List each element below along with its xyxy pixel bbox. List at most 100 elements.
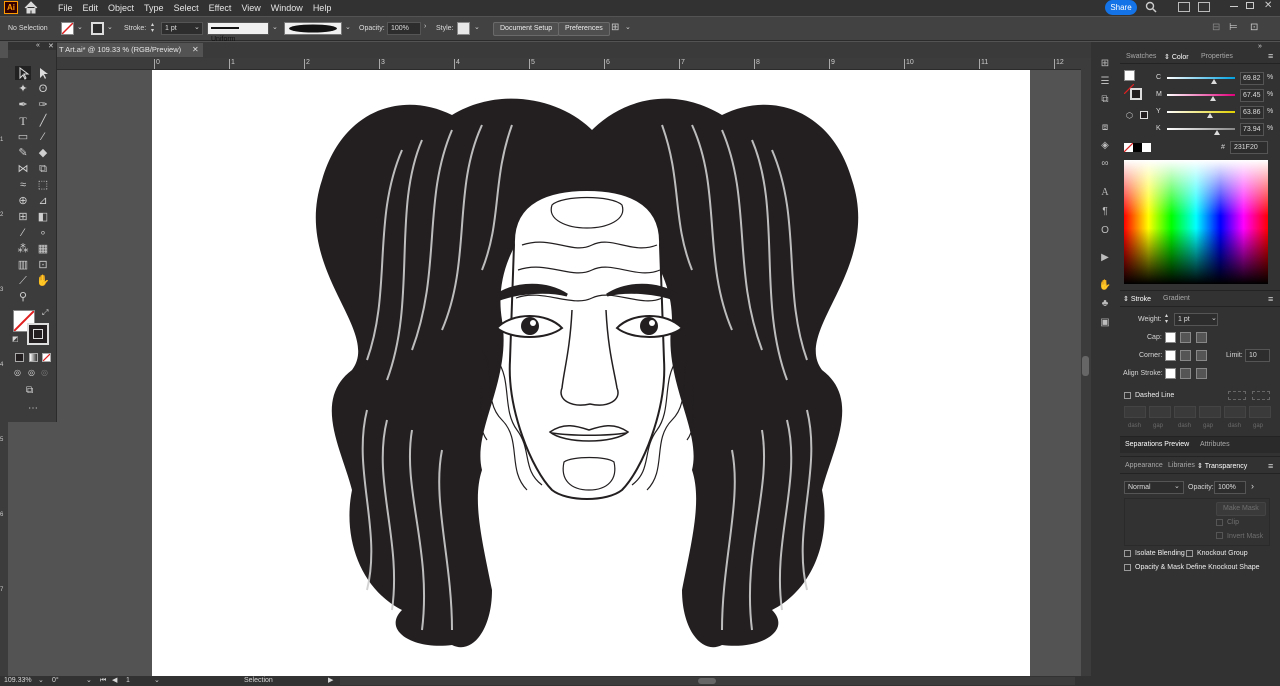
chevron-down-icon[interactable]: ⌄ — [1174, 482, 1180, 490]
transform-panel-icon[interactable]: ⧈ — [1098, 122, 1112, 134]
graph-tool-icon[interactable]: ▦ — [35, 242, 51, 256]
dash-gap-input[interactable] — [1124, 406, 1146, 418]
stroke-color-icon[interactable] — [27, 323, 49, 345]
slider-thumb[interactable] — [1214, 130, 1221, 135]
eyedropper-tool-icon[interactable]: ⁄ — [15, 226, 31, 240]
home-icon[interactable] — [24, 1, 38, 14]
none-mode-icon[interactable] — [42, 353, 51, 362]
preferences-button[interactable]: Preferences — [558, 22, 610, 36]
invert-mask-checkbox[interactable] — [1216, 532, 1223, 539]
dash-preserve-icon[interactable] — [1228, 391, 1246, 400]
paragraph-panel-icon[interactable]: ¶ — [1098, 206, 1112, 218]
artboards-panel-icon[interactable]: ⊞ — [1098, 58, 1112, 70]
menu-select[interactable]: Select — [174, 3, 199, 13]
chevron-down-icon[interactable]: ⌄ — [345, 23, 351, 31]
align-outside-icon[interactable] — [1196, 368, 1207, 379]
none-swatch[interactable] — [1123, 142, 1134, 153]
scroll-thumb[interactable] — [698, 678, 716, 684]
symbol-sprayer-tool-icon[interactable]: ⁂ — [15, 242, 31, 256]
opacity-mask-knockout-checkbox[interactable] — [1124, 564, 1131, 571]
slider-thumb[interactable] — [1207, 113, 1214, 118]
menu-type[interactable]: Type — [144, 3, 164, 13]
mesh-tool-icon[interactable]: ⊞ — [15, 210, 31, 224]
align-inside-icon[interactable] — [1180, 368, 1191, 379]
dash-align-icon[interactable] — [1252, 391, 1270, 400]
libraries-panel-icon[interactable]: ⧉ — [1098, 94, 1112, 106]
tab-properties[interactable]: Properties — [1201, 53, 1233, 60]
collapse-icon[interactable]: « — [36, 42, 40, 49]
links-panel-icon[interactable]: ∞ — [1098, 158, 1112, 170]
miter-join-icon[interactable] — [1165, 350, 1176, 361]
dashed-line-checkbox[interactable] — [1124, 392, 1131, 399]
channel-slider[interactable] — [1167, 94, 1235, 101]
line-tool-icon[interactable]: ╱ — [35, 114, 51, 128]
menu-view[interactable]: View — [241, 3, 260, 13]
chevron-down-icon[interactable]: ⌄ — [625, 23, 631, 31]
zoom-tool-icon[interactable]: ⚲ — [15, 290, 31, 304]
more-tools-icon[interactable]: ⋯ — [28, 403, 38, 414]
zoom-level[interactable]: 109.33% — [4, 676, 32, 686]
slider-thumb[interactable] — [1209, 96, 1216, 101]
tab-color[interactable]: ⇕ Color — [1164, 53, 1189, 61]
chevron-down-icon[interactable]: ⌄ — [194, 23, 200, 31]
channel-value-input[interactable]: 63.86 — [1240, 106, 1264, 119]
distribute-icon[interactable]: ⊨ — [1229, 22, 1238, 33]
isolate-blending-checkbox[interactable] — [1124, 550, 1131, 557]
more-options-icon[interactable]: ⊡ — [1250, 22, 1258, 33]
shape-builder-tool-icon[interactable]: ⊕ — [15, 194, 31, 208]
rotation-value[interactable]: 0° — [52, 676, 59, 686]
pen-tool-icon[interactable]: ✒ — [15, 98, 31, 112]
menu-edit[interactable]: Edit — [83, 3, 99, 13]
dash-gap-input[interactable] — [1149, 406, 1171, 418]
chevron-down-icon[interactable]: ⌄ — [154, 676, 160, 686]
scroll-thumb[interactable] — [1082, 356, 1089, 376]
tab-stroke[interactable]: ⇕ Stroke — [1123, 295, 1151, 303]
pencil-tool-icon[interactable]: ✎ — [15, 146, 31, 160]
brushes-panel-icon[interactable]: ✋ — [1098, 280, 1112, 292]
graphic-style-swatch[interactable] — [457, 22, 470, 35]
draw-behind-icon[interactable]: ◎ — [28, 368, 35, 377]
slider-thumb[interactable] — [1211, 79, 1218, 84]
vertical-scrollbar[interactable] — [1081, 58, 1091, 676]
search-icon[interactable] — [1145, 1, 1157, 13]
align-center-icon[interactable] — [1165, 368, 1176, 379]
channel-slider[interactable] — [1167, 77, 1235, 84]
channel-slider[interactable] — [1167, 128, 1235, 135]
selection-tool-icon[interactable] — [15, 66, 31, 80]
hand-tool-icon[interactable]: ✋ — [35, 274, 51, 288]
menu-window[interactable]: Window — [271, 3, 303, 13]
tab-gradient[interactable]: Gradient — [1163, 295, 1190, 302]
limit-input[interactable]: 10 — [1245, 349, 1270, 362]
stepper-icon[interactable]: ▴ ▾ — [1165, 313, 1168, 325]
none-swatch-icon[interactable] — [1123, 83, 1135, 95]
screen-mode-icon[interactable]: ⧉ — [26, 385, 33, 396]
slice-tool-icon[interactable]: ⟋ — [15, 274, 31, 288]
tab-close-icon[interactable]: ✕ — [192, 45, 199, 54]
chevron-right-icon[interactable]: › — [424, 23, 426, 30]
chevron-down-icon[interactable]: ⌄ — [474, 23, 480, 31]
tab-libraries[interactable]: Libraries — [1168, 462, 1195, 469]
align-icon[interactable]: ⊟ — [1212, 22, 1220, 33]
dash-gap-input[interactable] — [1249, 406, 1271, 418]
minimize-icon[interactable] — [1230, 6, 1238, 7]
menu-object[interactable]: Object — [108, 3, 134, 13]
lasso-tool-icon[interactable]: ʘ — [35, 82, 51, 96]
artboard-tool-icon[interactable]: ⊡ — [35, 258, 51, 272]
color-spectrum[interactable] — [1124, 160, 1268, 284]
eraser-tool-icon[interactable]: ◆ — [35, 146, 51, 160]
channel-value-input[interactable]: 67.45 — [1240, 89, 1264, 102]
chevron-right-icon[interactable]: › — [1251, 481, 1254, 491]
width-tool-icon[interactable]: ≈ — [15, 178, 31, 192]
butt-cap-icon[interactable] — [1165, 332, 1176, 343]
curvature-tool-icon[interactable]: ✑ — [35, 98, 51, 112]
first-artboard-icon[interactable]: ⏮ — [100, 676, 106, 686]
stroke-swatch[interactable] — [91, 22, 104, 35]
make-mask-button[interactable]: Make Mask — [1216, 502, 1266, 516]
arrange-documents-icon[interactable]: ⊞ — [611, 22, 619, 33]
column-graph-tool-icon[interactable]: ▥ — [15, 258, 31, 272]
direct-selection-tool-icon[interactable] — [35, 66, 51, 80]
status-menu-icon[interactable]: ▶ — [328, 676, 333, 686]
type-tool-icon[interactable]: T — [15, 114, 31, 128]
artboard[interactable] — [152, 70, 1030, 676]
swap-colors-icon[interactable]: ⤢ — [42, 308, 48, 318]
